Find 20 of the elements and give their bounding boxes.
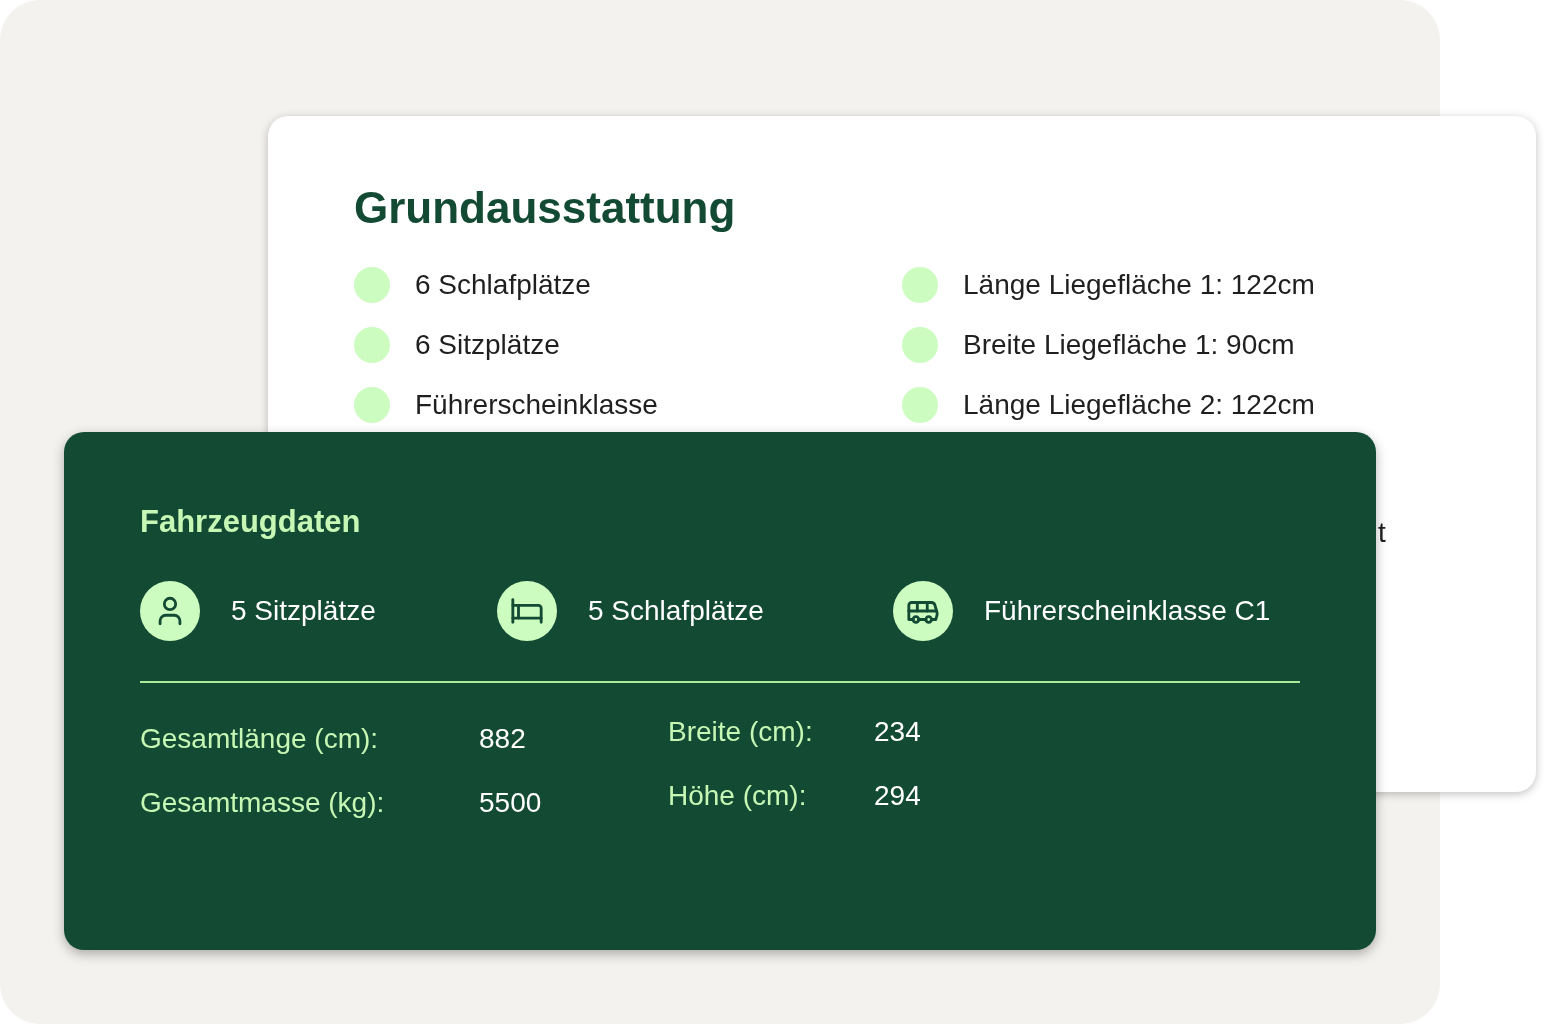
feature-text: Führerscheinklasse (415, 388, 658, 422)
spec-label: Gesamtmasse (kg): (140, 786, 386, 820)
feature-text: 6 Sitzplätze (415, 328, 560, 362)
feature-text: Breite Liegefläche 1: 90cm (963, 328, 1295, 362)
spec-label: Gesamtlänge (cm): (140, 722, 380, 756)
feature-label: 5 Schlafplätze (588, 594, 764, 628)
spec-value: 294 (874, 779, 921, 813)
spec-value: 882 (479, 722, 526, 756)
feature-text: Länge Liegefläche 1: 122cm (963, 268, 1315, 302)
spec-value: 5500 (479, 786, 542, 820)
spec-value: 234 (874, 715, 921, 749)
feature-label: Führerscheinklasse C1 (984, 594, 1271, 628)
text-fragment: t (1378, 516, 1386, 550)
feature-label: 5 Sitzplätze (231, 594, 376, 628)
spec-label: Breite (cm): (668, 715, 814, 749)
card-title: Fahrzeugdaten (140, 506, 362, 537)
feature-text: 6 Schlafplätze (415, 268, 591, 302)
card-title: Grundausstattung (354, 186, 737, 230)
spec-label: Höhe (cm): (668, 779, 808, 813)
feature-text: Länge Liegefläche 2: 122cm (963, 388, 1315, 422)
